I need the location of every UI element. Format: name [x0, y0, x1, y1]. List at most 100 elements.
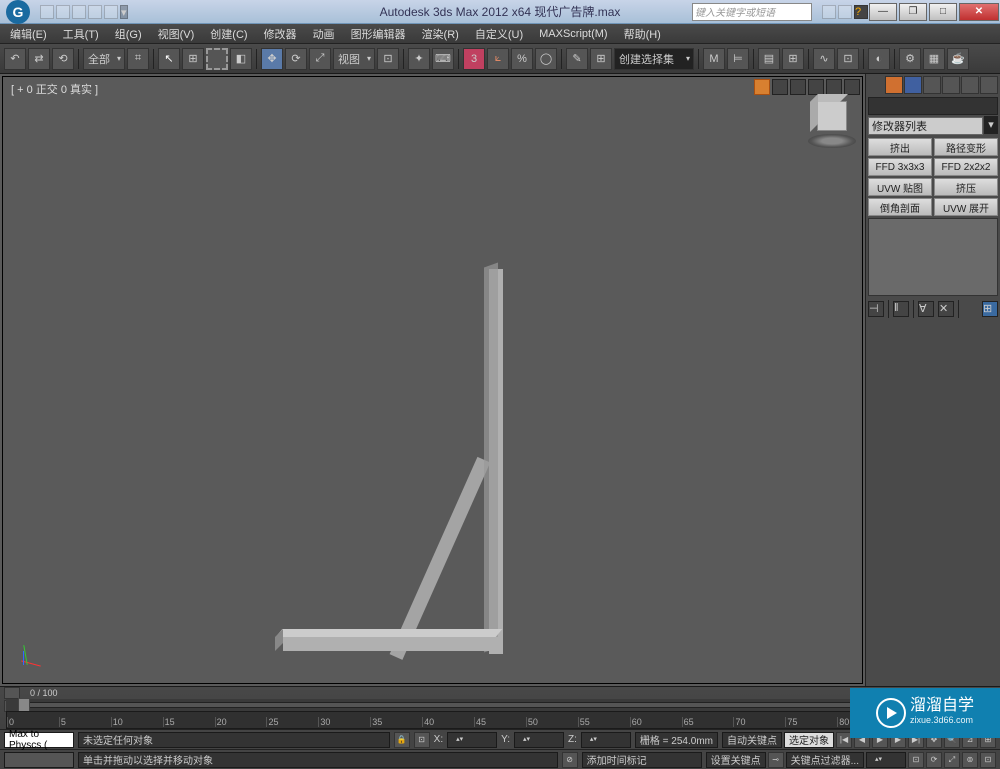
select-rect-icon[interactable]: [206, 48, 228, 70]
menu-view[interactable]: 视图(V): [152, 24, 201, 44]
chamfer-button[interactable]: 倒角剖面: [868, 198, 932, 216]
brush-icon[interactable]: [772, 79, 788, 95]
snap-angle-icon[interactable]: 3: [463, 48, 485, 70]
z-field[interactable]: [581, 732, 631, 748]
menu-edit[interactable]: 编辑(E): [4, 24, 53, 44]
scene-object[interactable]: [283, 269, 513, 669]
render-button[interactable]: ☕: [947, 48, 969, 70]
qa-icon[interactable]: [88, 5, 102, 19]
ffd2-button[interactable]: FFD 2x2x2: [934, 158, 998, 176]
curve-editor-icon[interactable]: ∿: [813, 48, 835, 70]
pivot-icon[interactable]: ⊡: [377, 48, 399, 70]
material-editor-icon[interactable]: ◐: [868, 48, 890, 70]
modify-tab-icon[interactable]: [904, 76, 922, 94]
frame-field[interactable]: [866, 752, 906, 768]
time-ruler[interactable]: 0510 152025 303540 455055 606570 758085 …: [6, 711, 994, 729]
menu-create[interactable]: 创建(C): [204, 24, 253, 44]
y-field[interactable]: [514, 732, 564, 748]
configure-icon[interactable]: ⊞: [982, 301, 998, 317]
time-config-icon[interactable]: ⊡: [908, 752, 924, 768]
isolate-icon[interactable]: ⊡: [414, 732, 430, 748]
script-box[interactable]: [4, 752, 74, 768]
move-button[interactable]: ✥: [261, 48, 283, 70]
menu-render[interactable]: 渲染(R): [416, 24, 465, 44]
selection-lock-icon[interactable]: ⊞: [590, 48, 612, 70]
snap-angle2-icon[interactable]: ⟀: [487, 48, 509, 70]
object-name-field[interactable]: [868, 97, 998, 115]
qa-icon[interactable]: [40, 5, 54, 19]
minimize-button[interactable]: —: [869, 3, 897, 21]
redo-button[interactable]: ⇄: [28, 48, 50, 70]
snap-spinner-icon[interactable]: ◯: [535, 48, 557, 70]
schematic-icon[interactable]: ⊡: [837, 48, 859, 70]
menu-modifier[interactable]: 修改器: [258, 24, 303, 44]
cursor-icon[interactable]: ↖: [158, 48, 180, 70]
vp-icon[interactable]: [826, 79, 842, 95]
menu-maxscript[interactable]: MAXScript(M): [533, 26, 613, 42]
filter-icon[interactable]: ⌗: [127, 48, 149, 70]
snap-percent-icon[interactable]: %: [511, 48, 533, 70]
uvwmap-button[interactable]: UVW 贴图: [868, 178, 932, 196]
ffd3-button[interactable]: FFD 3x3x3: [868, 158, 932, 176]
nav-dolly-icon[interactable]: ⤢: [944, 752, 960, 768]
named-select-dropdown[interactable]: 创建选择集: [614, 48, 694, 70]
utility-tab-icon[interactable]: [980, 76, 998, 94]
key-mode-icon[interactable]: ⊸: [768, 752, 784, 768]
graphite-icon[interactable]: ⊞: [782, 48, 804, 70]
set-key-button[interactable]: 设置关键点: [706, 752, 766, 768]
vp-icon[interactable]: [844, 79, 860, 95]
qa-icon[interactable]: [104, 5, 118, 19]
light-icon[interactable]: [754, 79, 770, 95]
extrude-button[interactable]: 挤出: [868, 138, 932, 156]
help-search[interactable]: 键入关键字或短语: [692, 3, 812, 21]
mirror-button[interactable]: M: [703, 48, 725, 70]
x-field[interactable]: [447, 732, 497, 748]
menu-graph[interactable]: 图形编辑器: [345, 24, 412, 44]
kbd-icon[interactable]: ⌨: [432, 48, 454, 70]
show-icon[interactable]: ‖: [893, 301, 909, 317]
nav-max-icon[interactable]: ⊡: [980, 752, 996, 768]
app-logo[interactable]: G: [6, 0, 30, 24]
menu-animation[interactable]: 动画: [307, 24, 341, 44]
rendered-frame-icon[interactable]: ▦: [923, 48, 945, 70]
menu-help[interactable]: 帮助(H): [618, 24, 667, 44]
undo-button[interactable]: ↶: [4, 48, 26, 70]
scale-button[interactable]: ⤢: [309, 48, 331, 70]
selected-label[interactable]: 选定对象: [784, 732, 834, 748]
select-name-icon[interactable]: ⊞: [182, 48, 204, 70]
menu-group[interactable]: 组(G): [109, 24, 148, 44]
qa-icon[interactable]: [56, 5, 70, 19]
star-icon[interactable]: [838, 5, 852, 19]
maximize-button[interactable]: □: [929, 3, 957, 21]
help-icon[interactable]: ?: [854, 5, 868, 19]
modifier-stack[interactable]: [868, 218, 998, 296]
make-unique-icon[interactable]: ∀: [918, 301, 934, 317]
modifier-list-dropdown[interactable]: 修改器列表: [868, 117, 983, 135]
close-button[interactable]: ✕: [959, 3, 999, 21]
link-button[interactable]: ⟲: [52, 48, 74, 70]
infobox-icon[interactable]: [822, 5, 836, 19]
motion-tab-icon[interactable]: [942, 76, 960, 94]
coord-dropdown[interactable]: 视图: [333, 48, 375, 70]
manipulate-icon[interactable]: ✦: [408, 48, 430, 70]
window-crossing-icon[interactable]: ◧: [230, 48, 252, 70]
time-slider[interactable]: [6, 699, 994, 711]
qa-icon[interactable]: [72, 5, 86, 19]
maxscript-field[interactable]: Max to Physcs (: [4, 732, 74, 748]
render-setup-icon[interactable]: ⚙: [899, 48, 921, 70]
align-button[interactable]: ⊨: [727, 48, 749, 70]
qa-dropdown[interactable]: ▾: [120, 5, 128, 19]
remove-icon[interactable]: ✕: [938, 301, 954, 317]
vp-icon[interactable]: [790, 79, 806, 95]
layer-icon[interactable]: ▤: [758, 48, 780, 70]
pin-icon[interactable]: ⊣: [868, 301, 884, 317]
hierarchy-tab-icon[interactable]: [923, 76, 941, 94]
editor-icon[interactable]: ✎: [566, 48, 588, 70]
create-tab-icon[interactable]: [885, 76, 903, 94]
squeeze-button[interactable]: 挤压: [934, 178, 998, 196]
nav-orbit-icon[interactable]: ⟳: [926, 752, 942, 768]
filter-dropdown[interactable]: 全部: [83, 48, 125, 70]
rotate-button[interactable]: ⟳: [285, 48, 307, 70]
display-tab-icon[interactable]: [961, 76, 979, 94]
uvwunwrap-button[interactable]: UVW 展开: [934, 198, 998, 216]
